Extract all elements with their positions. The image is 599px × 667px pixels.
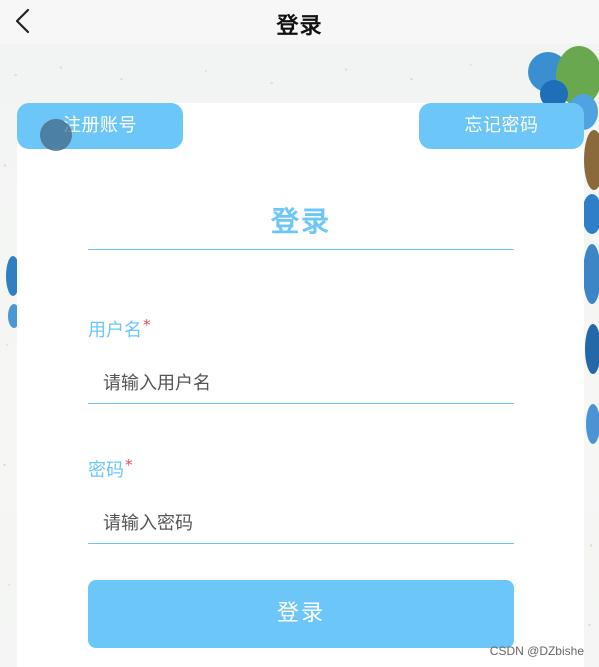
title-divider bbox=[88, 249, 514, 250]
watermark-text: CSDN @DZbishe bbox=[489, 644, 584, 658]
top-navigation-bar: 登录 bbox=[0, 0, 599, 44]
forgot-password-button[interactable]: 忘记密码 bbox=[419, 103, 584, 149]
required-mark: * bbox=[143, 316, 151, 334]
username-label: 用户名* bbox=[88, 316, 151, 342]
touch-indicator bbox=[40, 119, 72, 151]
password-input[interactable] bbox=[88, 504, 514, 544]
form-title: 登录 bbox=[270, 205, 331, 238]
page-title: 登录 bbox=[276, 14, 323, 39]
password-label-text: 密码 bbox=[88, 460, 124, 481]
username-input[interactable] bbox=[88, 364, 514, 404]
required-mark: * bbox=[125, 456, 133, 474]
password-label: 密码* bbox=[88, 456, 133, 482]
login-submit-button[interactable]: 登录 bbox=[88, 580, 514, 648]
username-label-text: 用户名 bbox=[88, 320, 142, 341]
